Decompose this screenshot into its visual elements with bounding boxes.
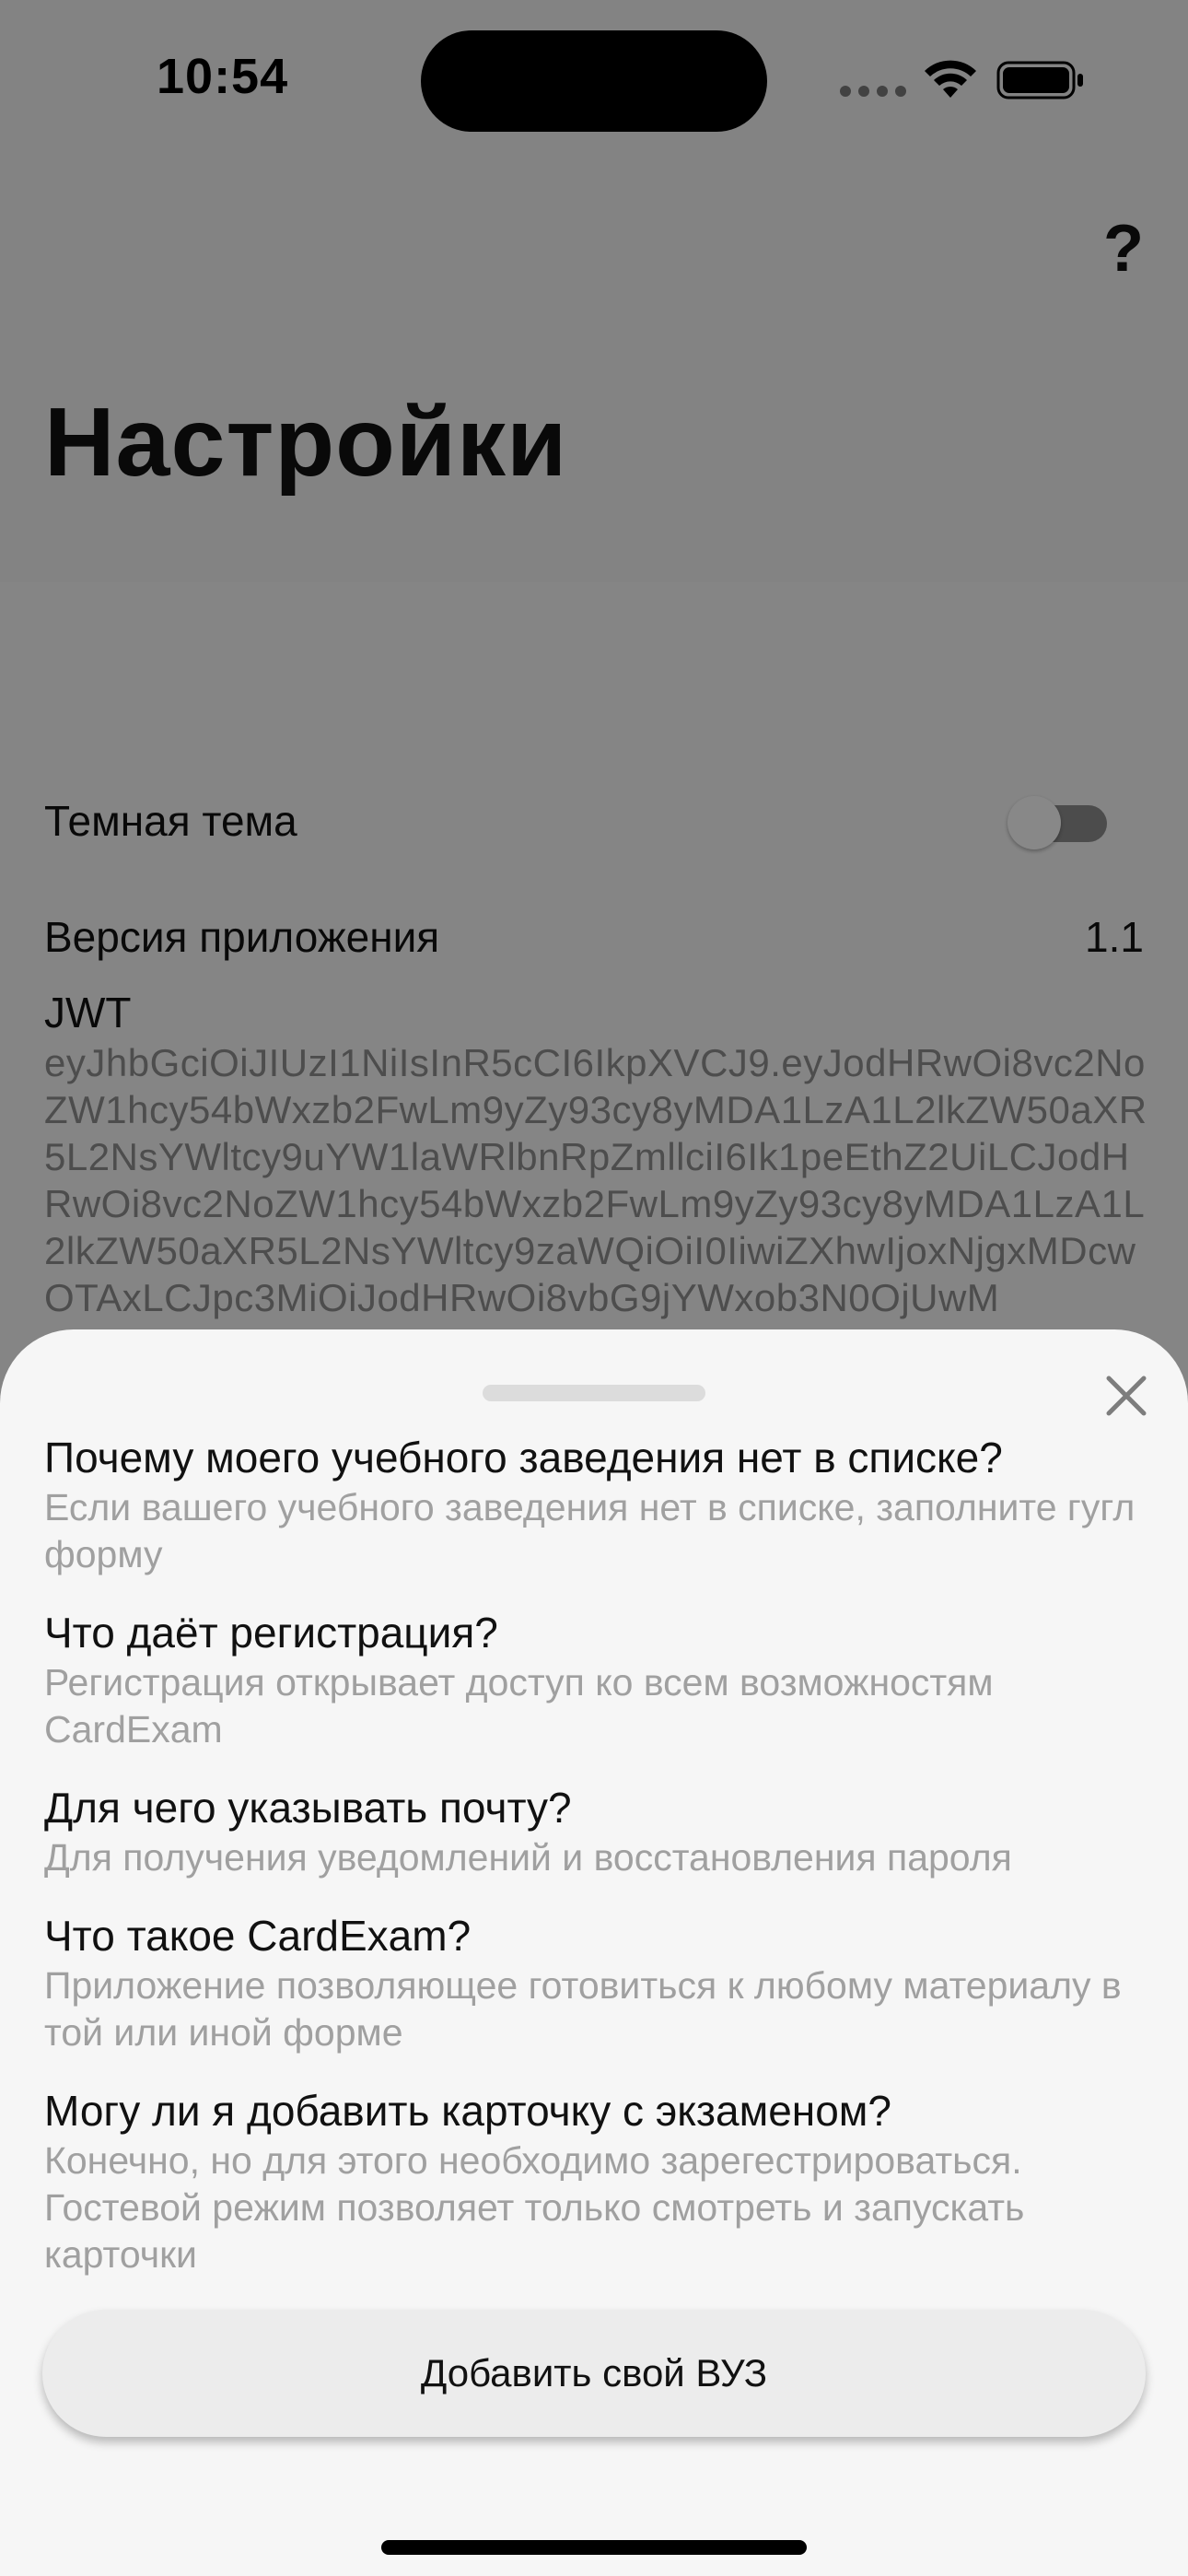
faq-item: Что такое CardExam? Приложение позволяющ… [44,1909,1149,2056]
faq-item: Могу ли я добавить карточку с экзаменом?… [44,2084,1149,2278]
add-university-button[interactable]: Добавить свой ВУЗ [42,2310,1146,2437]
sheet-grabber[interactable] [483,1385,705,1401]
faq-answer: Для получения уведомлений и восстановлен… [44,1836,1012,1879]
faq-question: Могу ли я добавить карточку с экзаменом? [44,2087,891,2135]
faq-item: Что даёт регистрация? Регистрация открыв… [44,1606,1149,1753]
faq-question: Почему моего учебного заведения нет в сп… [44,1434,1003,1481]
faq-question: Что такое CardExam? [44,1912,472,1960]
faq-item: Для чего указывать почту? Для получения … [44,1781,1149,1881]
faq-answer: Регистрация открывает доступ ко всем воз… [44,1661,994,1751]
home-indicator[interactable] [381,2540,807,2555]
faq-question: Что даёт регистрация? [44,1609,498,1657]
faq-answer: Конечно, но для этого необходимо зарегес… [44,2139,1025,2276]
faq-answer: Если вашего учебного заведения нет в спи… [44,1486,1136,1575]
close-icon[interactable] [1101,1371,1151,1421]
screen: 10:54 ? Настройки Темная тема Версия при… [0,0,1188,2576]
faq-item: Почему моего учебного заведения нет в сп… [44,1431,1149,1578]
faq-question: Для чего указывать почту? [44,1784,572,1832]
faq-list: Почему моего учебного заведения нет в сп… [44,1431,1149,2306]
faq-answer: Приложение позволяющее готовиться к любо… [44,1964,1122,2054]
